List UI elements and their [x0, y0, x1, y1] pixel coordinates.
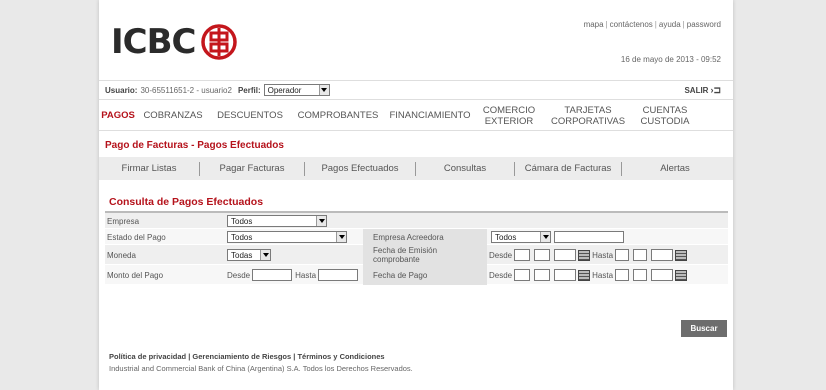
link-riesgos[interactable]: Gerenciamiento de Riesgos: [192, 352, 291, 361]
form-row-empresa: Empresa Todos: [105, 213, 728, 229]
form-row-monto: Monto del Pago Desde Hasta Fecha de Pago…: [105, 265, 728, 285]
empresa-label: Empresa: [107, 216, 140, 226]
pago-desde-day-input[interactable]: [514, 269, 531, 281]
tab-pagos-efectuados[interactable]: Pagos Efectuados: [305, 162, 415, 176]
nav-item-descuentos[interactable]: DESCUENTOS: [209, 101, 291, 130]
chevron-down-icon: [540, 232, 550, 242]
icbc-logo[interactable]: ICBC: [111, 22, 238, 62]
monto-label: Monto del Pago: [107, 270, 164, 280]
calendar-icon[interactable]: [578, 269, 591, 281]
search-form: Empresa Todos Estado del Pago Todos Empr…: [105, 211, 728, 285]
form-row-moneda: Moneda Todas Fecha de Emisión comprobant…: [105, 245, 728, 265]
monto-hasta-label: Hasta: [295, 270, 317, 280]
pago-hasta-label: Hasta: [592, 270, 614, 280]
emision-desde-year-input[interactable]: [554, 249, 577, 261]
link-ayuda[interactable]: ayuda: [659, 20, 681, 29]
emision-hasta-year-input[interactable]: [651, 249, 674, 261]
estado-label: Estado del Pago: [107, 232, 166, 242]
footer: Política de privacidad | Gerenciamiento …: [109, 352, 413, 373]
emision-desde-day-input[interactable]: [514, 249, 531, 261]
acreedora-text-input[interactable]: [554, 231, 624, 243]
pago-desde-month-input[interactable]: [534, 269, 551, 281]
emision-hasta-label: Hasta: [592, 250, 614, 260]
top-links: mapa | contáctenos | ayuda | password: [583, 20, 721, 29]
pago-desde-year-input[interactable]: [554, 269, 577, 281]
perfil-select-value: Operador: [267, 85, 302, 95]
main-nav: PAGOS COBRANZAS DESCUENTOS COMPROBANTES …: [99, 101, 733, 131]
nav-item-financiamiento[interactable]: FINANCIAMIENTO: [385, 101, 475, 130]
link-password[interactable]: password: [687, 20, 721, 29]
nav-item-pagos[interactable]: PAGOS: [99, 101, 137, 130]
tab-camara-de-facturas[interactable]: Cámara de Facturas: [515, 162, 621, 176]
perfil-label: Perfil:: [237, 85, 261, 95]
chevron-down-icon: [318, 85, 329, 95]
nav-item-comercio-exterior[interactable]: COMERCIO EXTERIOR: [475, 101, 543, 130]
tab-firmar-listas[interactable]: Firmar Listas: [99, 162, 199, 176]
monto-hasta-input[interactable]: [318, 269, 359, 281]
tab-alertas[interactable]: Alertas: [622, 162, 728, 176]
salir-button[interactable]: SALIR ›⊐: [684, 85, 721, 96]
link-privacidad[interactable]: Política de privacidad: [109, 352, 186, 361]
moneda-select[interactable]: Todas: [227, 249, 271, 261]
panel-title: Consulta de Pagos Efectuados: [109, 196, 264, 208]
acreedora-label: Empresa Acreedora: [363, 229, 487, 245]
section-title: Pago de Facturas - Pagos Efectuados: [105, 140, 284, 151]
calendar-icon[interactable]: [675, 269, 688, 281]
nav-item-cuentas-custodia[interactable]: CUENTAS CUSTODIA: [633, 101, 697, 130]
fecha-pago-label: Fecha de Pago: [363, 265, 487, 285]
perfil-select[interactable]: Operador: [263, 84, 330, 96]
pago-desde-label: Desde: [489, 270, 513, 280]
estado-select[interactable]: Todos: [227, 231, 347, 243]
moneda-label: Moneda: [107, 250, 136, 260]
tab-consultas[interactable]: Consultas: [416, 162, 514, 176]
emision-desde-month-input[interactable]: [534, 249, 551, 261]
fecha-emision-label: Fecha de Emisión comprobante: [373, 246, 438, 264]
emision-hasta-month-input[interactable]: [633, 249, 648, 261]
sub-nav: Firmar Listas Pagar Facturas Pagos Efect…: [99, 157, 733, 180]
pago-hasta-day-input[interactable]: [615, 269, 630, 281]
logo-text: ICBC: [111, 22, 196, 62]
estado-select-value: Todos: [231, 232, 253, 242]
pago-hasta-month-input[interactable]: [633, 269, 648, 281]
empresa-select[interactable]: Todos: [227, 215, 327, 227]
emision-desde-label: Desde: [489, 250, 513, 260]
usuario-label: Usuario:: [105, 85, 138, 95]
calendar-icon[interactable]: [675, 249, 688, 261]
copyright-text: Industrial and Commercial Bank of China …: [109, 364, 413, 373]
monto-desde-input[interactable]: [252, 269, 293, 281]
empresa-select-value: Todos: [231, 216, 253, 226]
nav-item-tarjetas-corporativas[interactable]: TARJETAS CORPORATIVAS: [543, 101, 633, 130]
calendar-icon[interactable]: [578, 249, 591, 261]
page: ICBC mapa | contáctenos | ayuda | password 16 …: [99, 0, 733, 390]
pago-hasta-year-input[interactable]: [651, 269, 674, 281]
emision-hasta-day-input[interactable]: [615, 249, 630, 261]
footer-links: Política de privacidad | Gerenciamiento …: [109, 352, 385, 361]
chevron-down-icon: [316, 216, 326, 226]
salir-label: SALIR: [684, 86, 709, 95]
logout-icon: ›⊐: [710, 85, 721, 95]
moneda-select-value: Todas: [231, 250, 253, 260]
buscar-button[interactable]: Buscar: [681, 320, 727, 337]
monto-desde-label: Desde: [227, 270, 251, 280]
acreedora-select[interactable]: Todos: [491, 231, 551, 243]
tab-pagar-facturas[interactable]: Pagar Facturas: [200, 162, 304, 176]
link-mapa[interactable]: mapa: [584, 20, 604, 29]
usuario-value: 30-65511651-2 - usuario2: [140, 85, 232, 95]
icbc-emblem-icon: [201, 24, 238, 60]
nav-item-cobranzas[interactable]: COBRANZAS: [137, 101, 209, 130]
user-bar: Usuario: 30-65511651-2 - usuario2 Perfil…: [99, 80, 733, 100]
chevron-down-icon: [260, 250, 270, 260]
chevron-down-icon: [336, 232, 346, 242]
acreedora-select-value: Todos: [495, 232, 517, 242]
link-terminos[interactable]: Términos y Condiciones: [297, 352, 384, 361]
nav-item-comprobantes[interactable]: COMPROBANTES: [291, 101, 385, 130]
current-datetime: 16 de mayo de 2013 - 09:52: [620, 55, 721, 64]
form-row-estado: Estado del Pago Todos Empresa Acreedora …: [105, 229, 728, 245]
link-contactenos[interactable]: contáctenos: [610, 20, 653, 29]
